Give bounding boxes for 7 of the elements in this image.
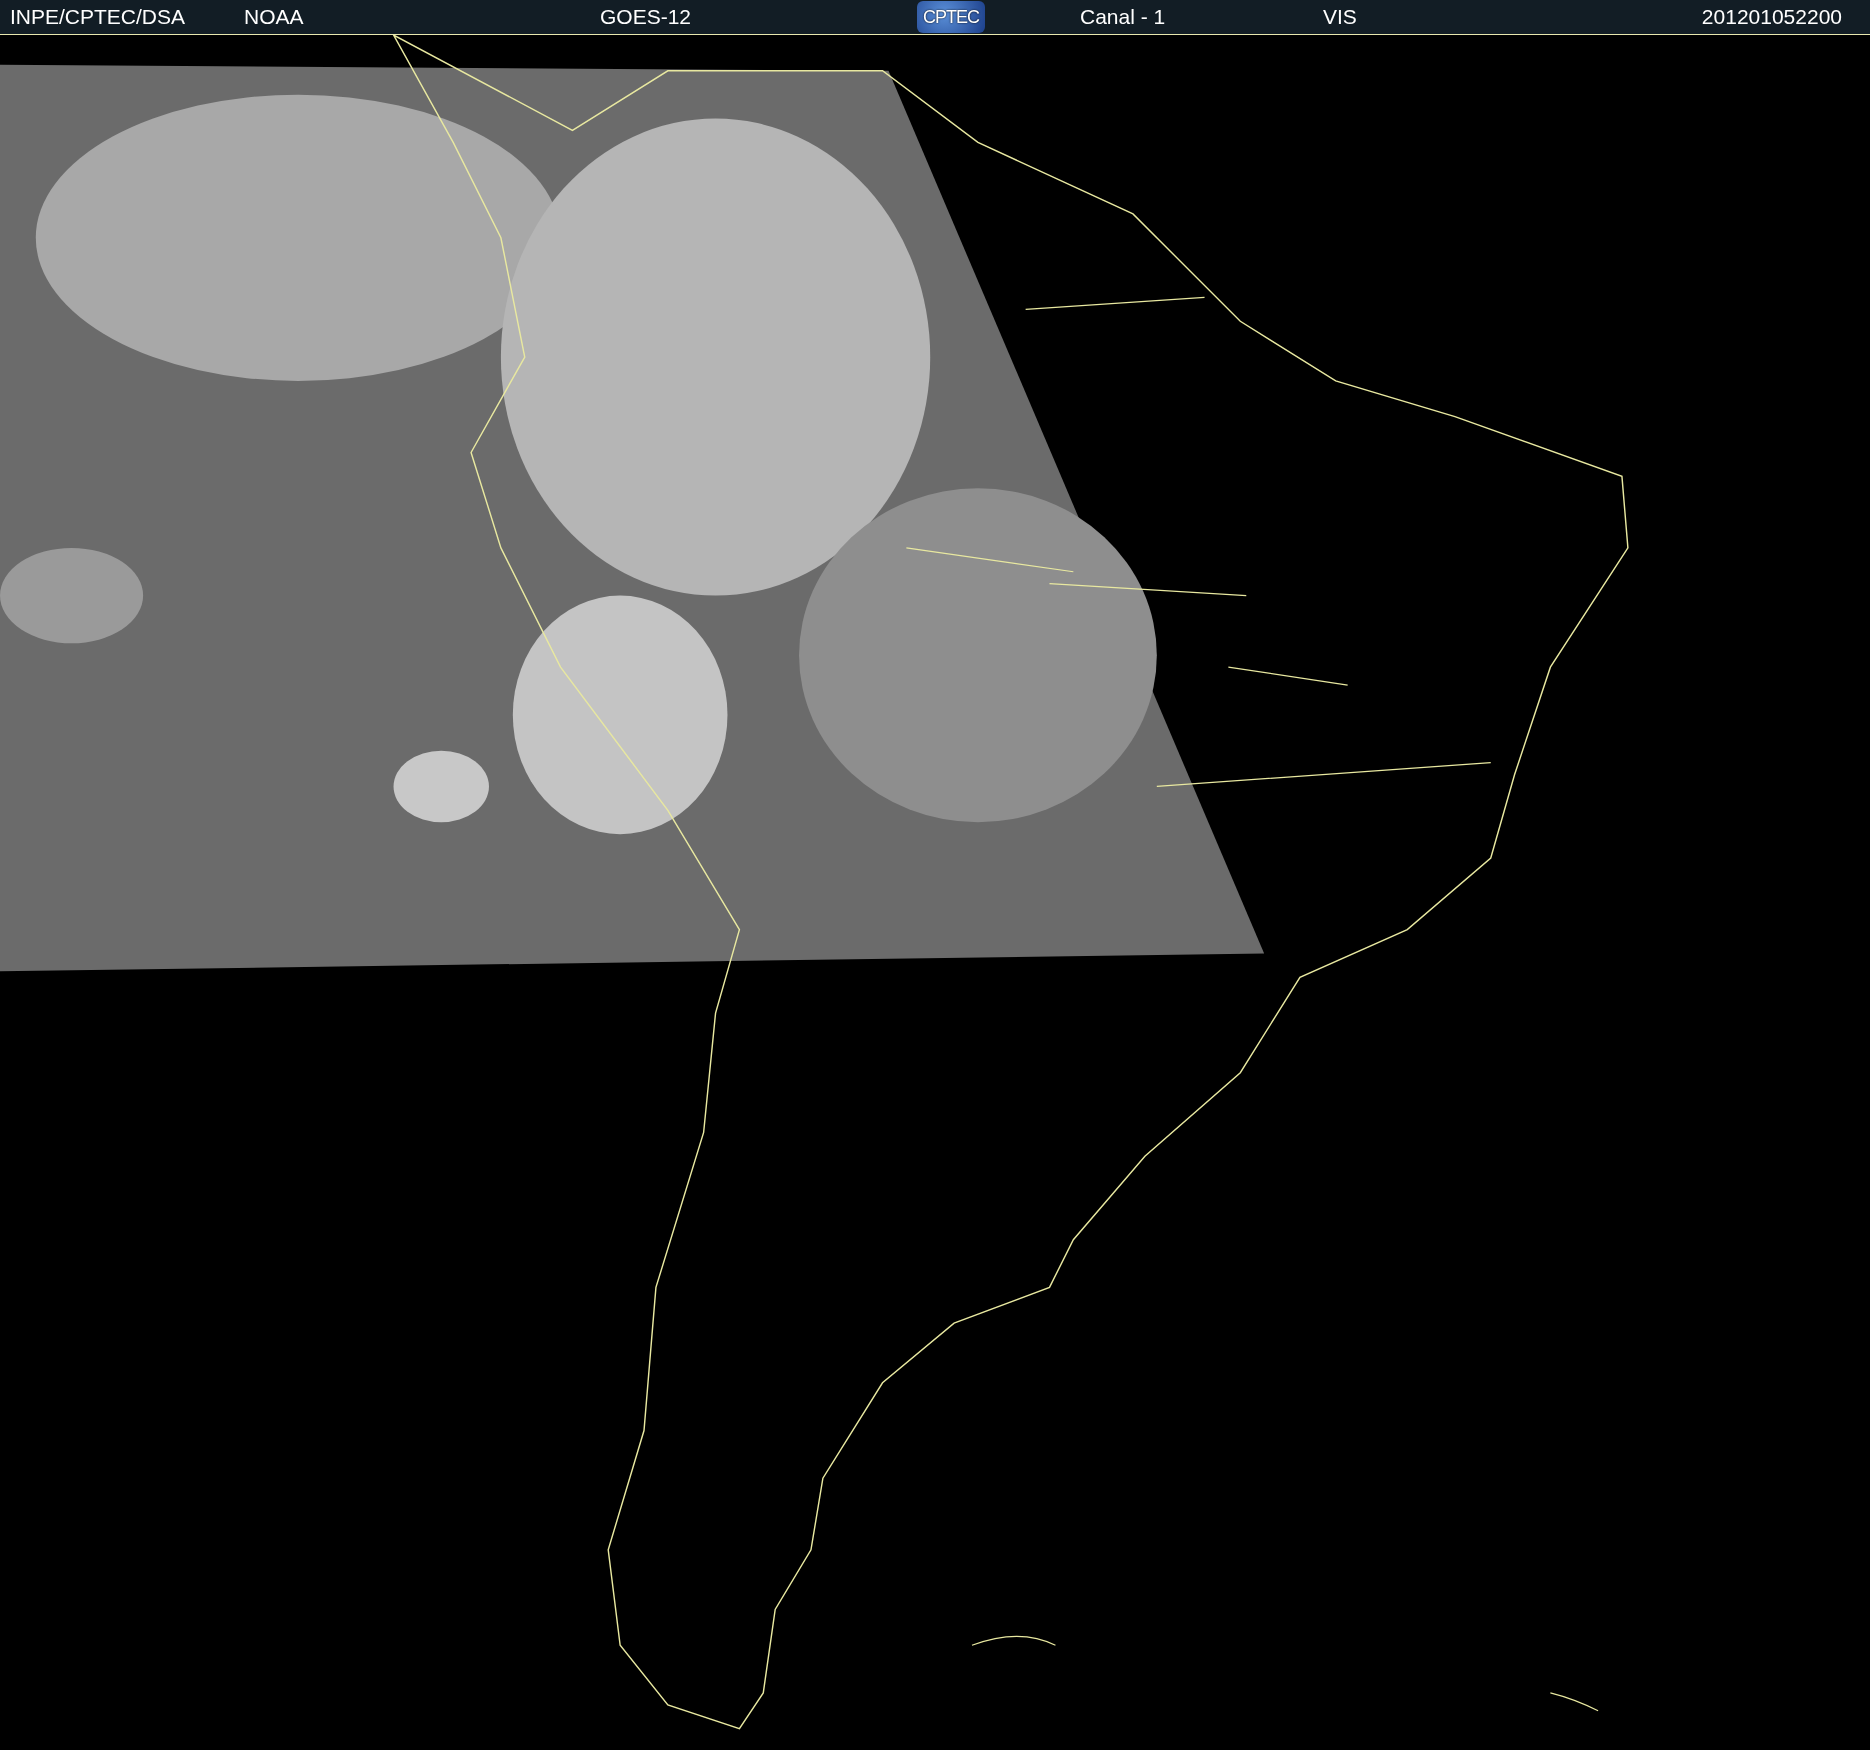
agency-label: NOAA — [244, 5, 305, 29]
timestamp: 201201052200 — [1701, 5, 1843, 29]
source-label: INPE/CPTEC/DSA — [10, 5, 187, 29]
band-label: VIS — [1323, 5, 1358, 29]
satellite-label: GOES-12 — [600, 5, 693, 29]
channel-label: Canal - 1 — [1080, 5, 1167, 29]
logo: CPTEC — [917, 1, 985, 33]
